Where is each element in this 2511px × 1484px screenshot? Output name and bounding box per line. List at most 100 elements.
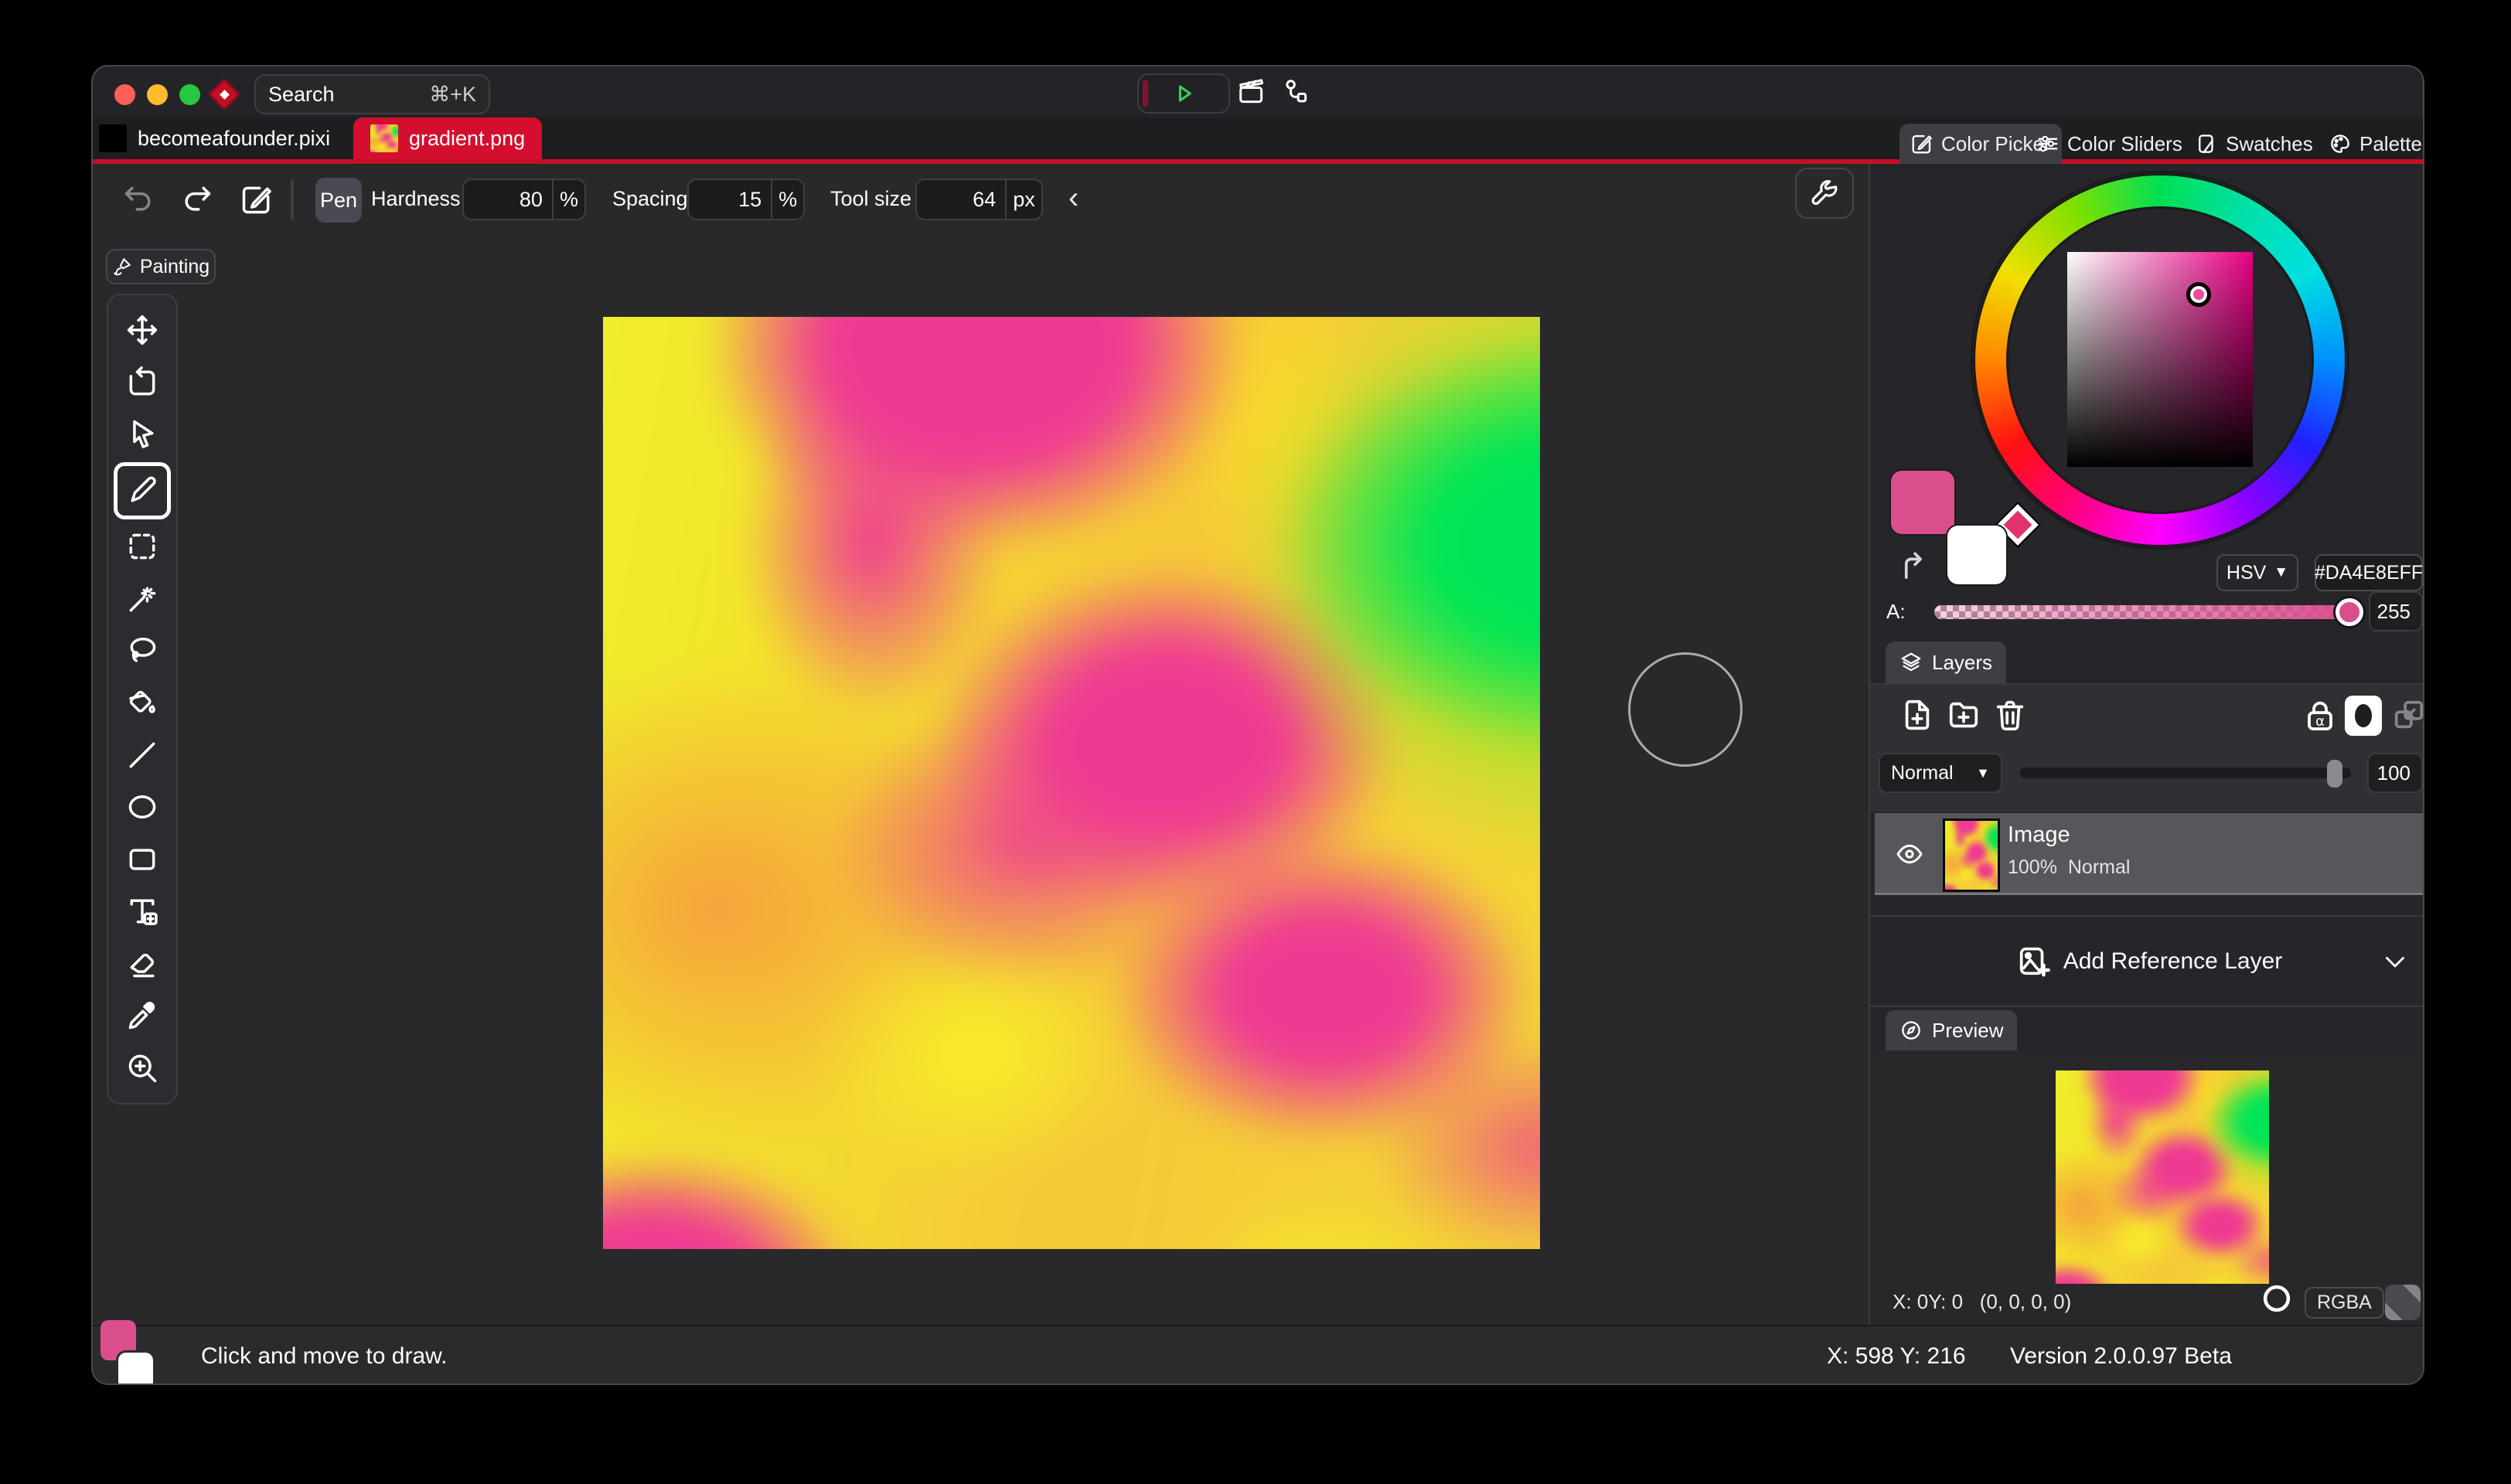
search-input[interactable]: Search ⌘+K <box>254 74 490 114</box>
alpha-value-input[interactable]: 255 <box>2369 591 2423 631</box>
caret-down-icon: ▼ <box>2274 564 2288 581</box>
preview-icon <box>1899 1019 1923 1042</box>
saturation-value-square[interactable] <box>2067 252 2253 467</box>
spacing-label: Spacing <box>612 187 688 211</box>
tool-eyedropper[interactable] <box>118 991 167 1040</box>
play-animation-button[interactable] <box>1137 73 1230 114</box>
tool-marquee[interactable] <box>118 522 167 571</box>
preview-coordinates: X: 0Y: 0 (0, 0, 0, 0) <box>1893 1290 2071 1314</box>
add-layer-icon[interactable] <box>1899 697 1935 733</box>
tool-lasso[interactable] <box>118 626 167 676</box>
tool-size-input[interactable]: 64 px <box>915 179 1043 220</box>
wrench-icon <box>1809 178 1840 209</box>
primary-color-swatch[interactable] <box>1891 471 1954 534</box>
link-layers-icon[interactable] <box>2391 697 2424 733</box>
layer-opacity-slider[interactable] <box>2020 768 2351 778</box>
node-graph-icon[interactable] <box>1281 77 1310 107</box>
preview-rgba-values: (0, 0, 0, 0) <box>1980 1290 2072 1313</box>
tool-zoom[interactable] <box>118 1043 167 1093</box>
tab-preview[interactable]: Preview <box>1886 1010 2017 1050</box>
checkerboard-icon[interactable] <box>2385 1285 2421 1320</box>
tool-text[interactable] <box>118 887 167 936</box>
tool-magic-wand[interactable] <box>118 574 167 624</box>
alpha-slider[interactable] <box>1934 605 2358 619</box>
preview-thumbnail <box>2056 1070 2269 1284</box>
chevron-down-icon[interactable] <box>2381 948 2409 975</box>
tool-fill[interactable] <box>118 679 167 728</box>
fill-bucket-icon <box>125 686 159 720</box>
clapperboard-icon[interactable] <box>1237 77 1266 107</box>
status-secondary-swatch <box>118 1353 153 1385</box>
tab-gradient[interactable]: gradient.png <box>353 117 542 159</box>
collapse-options-button[interactable]: ‹ <box>1068 181 1078 216</box>
ellipse-icon <box>125 790 159 824</box>
color-model-dropdown[interactable]: HSV ▼ <box>2216 554 2298 591</box>
play-icon <box>1170 80 1198 107</box>
layer-thumbnail <box>1943 819 2000 892</box>
tool-select[interactable] <box>118 410 167 459</box>
hardness-input[interactable]: 80 % <box>462 179 586 220</box>
tab-layers[interactable]: Layers <box>1886 642 2006 683</box>
swap-colors-icon[interactable] <box>1899 550 1932 583</box>
layer-row-image[interactable]: Image 100% Normal <box>1875 813 2424 895</box>
magic-wand-icon <box>125 582 159 616</box>
pen-icon <box>125 474 159 508</box>
active-tool-chip: Pen <box>315 178 362 223</box>
svg-text:α: α <box>2315 713 2325 730</box>
hex-color-field[interactable]: #DA4E8EFF <box>2315 554 2423 591</box>
layer-opacity-handle[interactable] <box>2327 760 2342 788</box>
transform-icon <box>125 366 159 400</box>
brush-icon <box>112 257 132 277</box>
alpha-slider-knob[interactable] <box>2336 598 2363 626</box>
add-folder-icon[interactable] <box>1946 697 1981 733</box>
blend-mode-dropdown[interactable]: Normal ▼ <box>1879 753 2002 793</box>
tab-becomeafounder[interactable]: becomeafounder.pixi <box>99 117 330 159</box>
tool-pen[interactable] <box>114 462 171 519</box>
eyedropper-icon <box>125 999 159 1033</box>
minimize-window-button[interactable] <box>147 84 168 105</box>
tool-line[interactable] <box>118 730 167 780</box>
tool-eraser[interactable] <box>118 939 167 989</box>
tab-palette[interactable]: Palette <box>2329 124 2422 164</box>
tool-move[interactable] <box>118 305 167 355</box>
app-version: Version 2.0.0.97 Beta <box>2010 1343 2232 1370</box>
layer-mask-icon[interactable] <box>2345 696 2382 736</box>
trash-icon[interactable] <box>1992 697 2028 733</box>
canvas-settings-button[interactable] <box>1795 168 1854 219</box>
edit-square-icon[interactable] <box>240 182 274 216</box>
eye-icon[interactable] <box>1895 839 1924 869</box>
hardness-label: Hardness <box>371 187 461 211</box>
tool-rectangle[interactable] <box>118 835 167 884</box>
sv-cursor[interactable] <box>2186 282 2211 307</box>
tool-transform[interactable] <box>118 358 167 407</box>
sliders-icon <box>2036 132 2060 155</box>
tab-color-sliders[interactable]: Color Sliders <box>2036 124 2182 164</box>
secondary-color-swatch[interactable] <box>1947 526 2006 584</box>
mode-badge[interactable]: Painting <box>106 249 216 284</box>
add-reference-layer-button[interactable]: Add Reference Layer <box>1870 917 2424 1006</box>
search-shortcut: ⌘+K <box>429 83 476 107</box>
marquee-icon <box>125 529 159 563</box>
canvas[interactable] <box>603 317 1540 1249</box>
toolbar-divider <box>291 179 294 220</box>
close-window-button[interactable] <box>114 84 135 105</box>
titlebar: Search ⌘+K <box>93 66 2423 117</box>
play-progress-strip <box>1143 80 1148 107</box>
zoom-window-button[interactable] <box>179 84 200 105</box>
tab-swatches[interactable]: Swatches <box>2195 124 2313 164</box>
layers-icon <box>1899 651 1923 674</box>
cursor-position: X: 598 Y: 216 <box>1827 1343 1966 1370</box>
undo-icon[interactable] <box>122 182 156 216</box>
tool-ellipse[interactable] <box>118 782 167 832</box>
move-icon <box>125 313 159 347</box>
layer-info: 100% Normal <box>2008 856 2130 879</box>
spacing-input[interactable]: 15 % <box>687 179 805 220</box>
alpha-lock-icon[interactable]: α <box>2301 697 2339 734</box>
layer-opacity-input[interactable]: 100 <box>2367 753 2423 793</box>
eraser-icon <box>125 947 159 981</box>
document-thumbnail <box>370 124 398 152</box>
redo-icon[interactable] <box>179 182 213 216</box>
cursor-icon <box>125 417 159 451</box>
app-window: Search ⌘+K becomeafounder.pixi gradient.… <box>91 65 2424 1385</box>
color-mode-chip[interactable]: RGBA <box>2305 1287 2384 1319</box>
